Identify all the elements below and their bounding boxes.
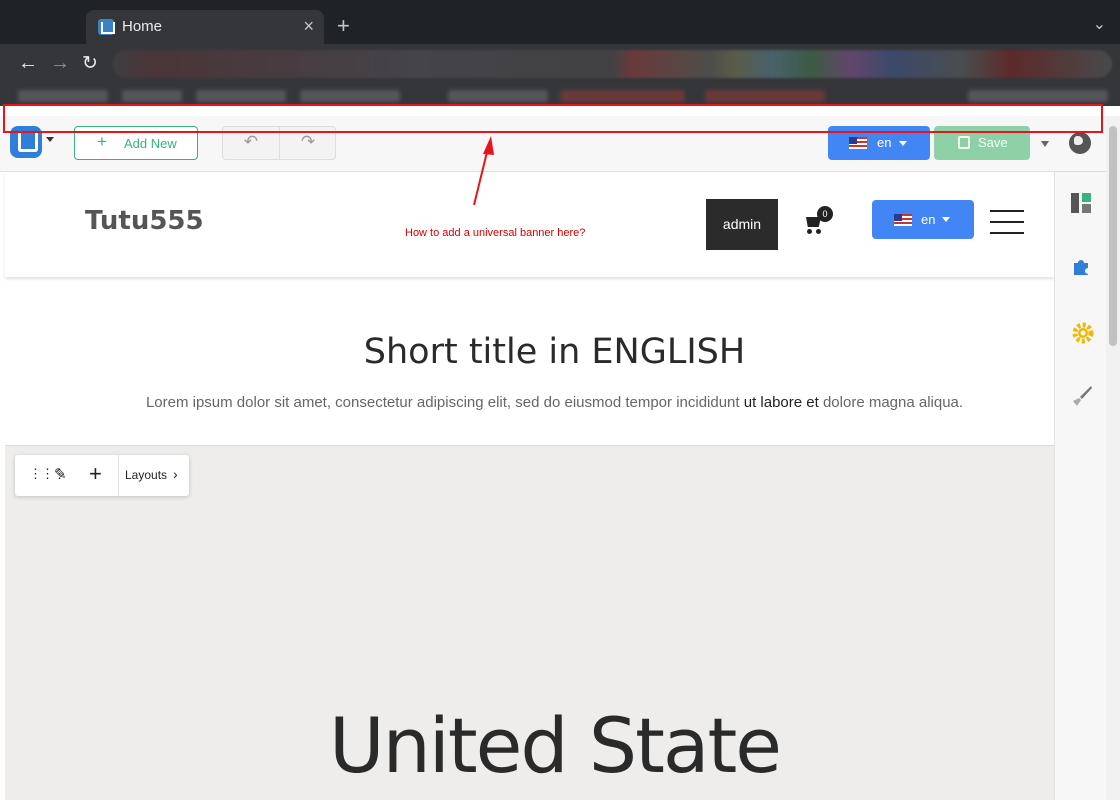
bookmarks-bar-blurred	[0, 84, 1120, 106]
hero-title: Short title in ENGLISH	[363, 332, 746, 372]
tab-title: Home	[122, 18, 163, 35]
site-language-button[interactable]: en	[872, 200, 974, 239]
globe-icon[interactable]	[1069, 132, 1091, 154]
editor-language-label: en	[877, 135, 892, 150]
paint-brush-icon[interactable]	[1071, 385, 1092, 406]
save-label: Save	[978, 135, 1008, 150]
bookmark-item[interactable]	[18, 90, 108, 102]
pencil-icon[interactable]: ✎	[54, 465, 67, 483]
floppy-disk-icon	[958, 136, 970, 149]
hamburger-menu-icon[interactable]	[990, 210, 1024, 236]
logo-dropdown-icon[interactable]	[46, 137, 54, 142]
admin-button[interactable]: admin	[706, 199, 778, 250]
new-tab-button[interactable]: +	[337, 13, 350, 39]
bookmark-item[interactable]	[196, 90, 286, 102]
scrollbar-thumb[interactable]	[1109, 126, 1117, 346]
cart-count-badge: 0	[817, 206, 833, 222]
close-tab-icon[interactable]: ×	[303, 16, 314, 37]
cart-wheel	[816, 229, 821, 234]
page-canvas: Tutu555 How to add a universal banner he…	[5, 172, 1054, 800]
site-language-label: en	[921, 212, 936, 227]
hero-subtitle-part: Lorem ipsum dolor sit amet, consectetur …	[145, 394, 744, 411]
annotation-note: How to add a universal banner here?	[405, 227, 586, 239]
bookmark-item[interactable]	[448, 90, 548, 102]
site-header: Tutu555 How to add a universal banner he…	[5, 172, 1054, 277]
puzzle-icon[interactable]	[1071, 257, 1091, 277]
layouts-menu[interactable]: Layouts	[125, 468, 167, 482]
add-new-label: Add New	[124, 136, 177, 151]
reload-icon[interactable]: ↻	[82, 52, 98, 75]
caret-down-icon	[942, 217, 950, 222]
plus-icon[interactable]: +	[89, 461, 102, 487]
bookmark-item[interactable]	[705, 90, 825, 102]
bookmark-item[interactable]	[968, 90, 1108, 102]
browser-toolbar: ← → ↻	[0, 44, 1120, 84]
layout-blocks-icon[interactable]	[1071, 193, 1091, 213]
save-options-caret-icon[interactable]	[1041, 141, 1049, 147]
section-heading: United State	[328, 701, 782, 790]
address-bar-blurred[interactable]	[112, 50, 1112, 78]
browser-tab-strip: Home × + ⌄	[0, 0, 1120, 44]
forward-arrow-icon[interactable]: →	[50, 52, 70, 75]
chevron-right-icon[interactable]: ›	[173, 466, 178, 482]
divider	[118, 455, 119, 496]
us-flag-icon	[894, 214, 912, 226]
bookmark-item[interactable]	[560, 90, 685, 102]
bookmark-item[interactable]	[122, 90, 182, 102]
us-flag-icon	[849, 137, 867, 149]
browser-tab-home[interactable]: Home ×	[86, 10, 324, 44]
tab-search-chevron-icon[interactable]: ⌄	[1093, 14, 1106, 34]
page-scrollbar[interactable]	[1106, 116, 1120, 800]
caret-down-icon	[899, 141, 907, 146]
content-section[interactable]: ⋮⋮⋮ ✎ + Layouts › United State	[5, 445, 1054, 800]
hero-subtitle-part: dolore magna aliqua.	[818, 394, 964, 411]
section-toolbar: ⋮⋮⋮ ✎ + Layouts ›	[15, 455, 189, 496]
plus-icon: +	[97, 132, 107, 151]
annotation-highlight-box	[3, 104, 1103, 133]
gear-icon[interactable]	[1071, 321, 1094, 344]
site-favicon-icon	[98, 19, 115, 35]
cart-wheel	[807, 229, 812, 234]
hero-subtitle-emphasis: ut labore et	[743, 394, 819, 411]
site-brand[interactable]: Tutu555	[85, 206, 204, 236]
back-arrow-icon[interactable]: ←	[18, 52, 38, 75]
editor-side-panel	[1054, 172, 1106, 800]
page-editor: + Add New ↶ ↷ en Save Tutu555 How to add…	[0, 106, 1120, 800]
bookmark-item[interactable]	[300, 90, 400, 102]
hero-subtitle: Lorem ipsum dolor sit amet, consectetur …	[5, 394, 1104, 411]
